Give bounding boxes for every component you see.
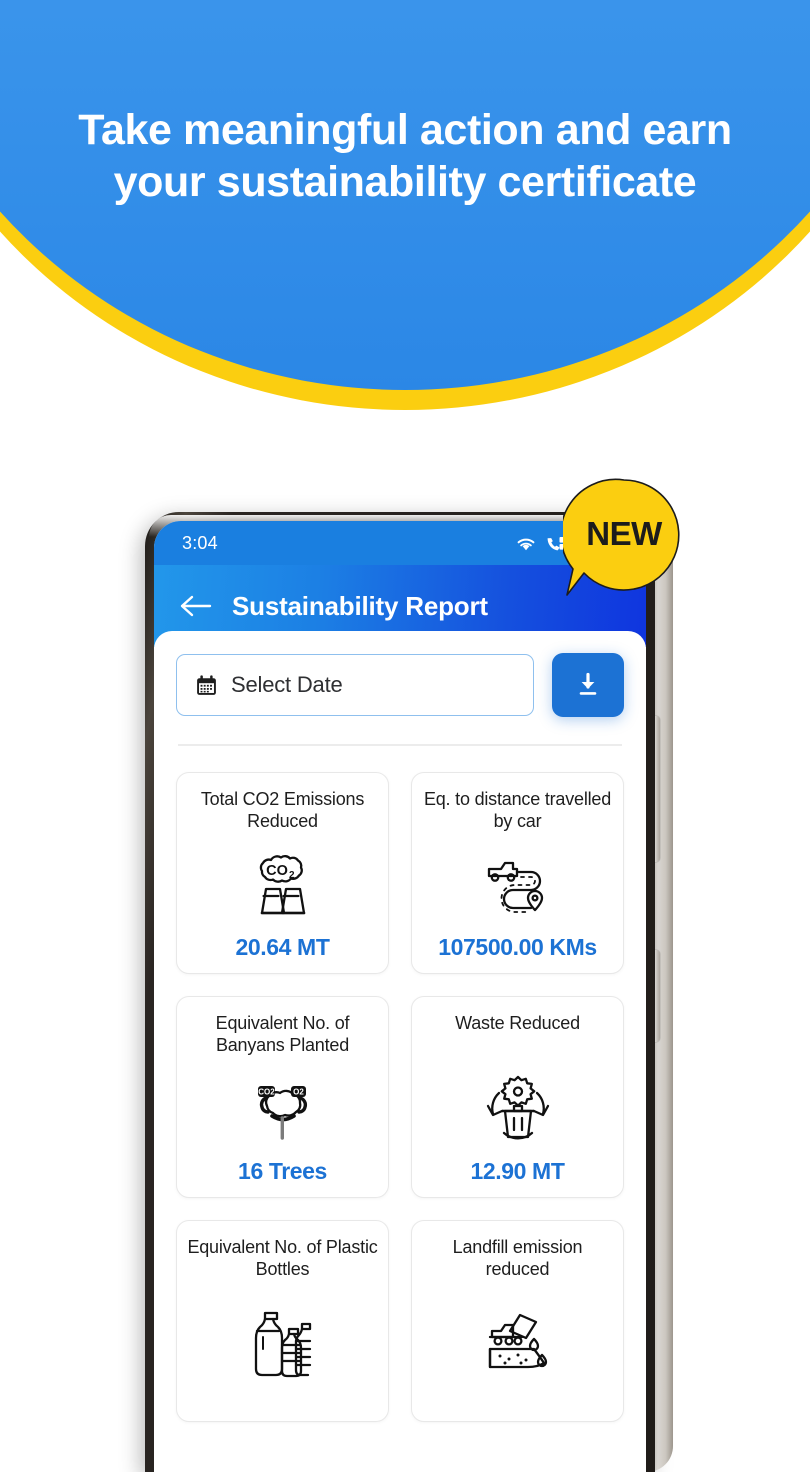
metric-value: 107500.00 KMs (438, 933, 597, 960)
status-time: 3:04 (182, 532, 218, 553)
recycle-bin-icon (486, 1075, 549, 1139)
metric-card[interactable]: Eq. to distance travelled by car 107500.… (411, 771, 624, 974)
metric-card[interactable]: Equivalent No. of Banyans Planted CO2 O2… (176, 995, 389, 1198)
co2-factory-icon: CO 2 (259, 854, 305, 914)
content-sheet: Select Date Total CO2 Emissions Reduced … (154, 631, 646, 1461)
tree-co2-icon: CO2 O2 (257, 1085, 307, 1140)
metric-icon: CO2 O2 (187, 1058, 378, 1158)
date-toolbar: Select Date (176, 653, 624, 717)
metric-card[interactable]: Total CO2 Emissions Reduced CO 2 20.64 M… (176, 771, 389, 974)
metric-value: 16 Trees (238, 1157, 327, 1184)
metric-card[interactable]: Landfill emission reduced (411, 1219, 624, 1422)
phone-mockup: 3:04 Sustainability Report Select Date T… (145, 512, 673, 1472)
landfill-truck-icon (488, 1313, 547, 1369)
phone-body: 3:04 Sustainability Report Select Date T… (145, 512, 655, 1472)
metric-title: Total CO2 Emissions Reduced (200, 788, 365, 832)
svg-text:2: 2 (289, 870, 295, 881)
download-icon (579, 672, 597, 695)
svg-text:CO: CO (266, 863, 288, 879)
metric-icon (422, 834, 613, 934)
metric-card[interactable]: Waste Reduced 12.90 MT (411, 995, 624, 1198)
metric-icon (422, 1282, 613, 1409)
metric-title: Eq. to distance travelled by car (423, 788, 612, 832)
metric-icon (187, 1282, 378, 1409)
metric-value: 12.90 MT (470, 1157, 565, 1184)
wifi-icon (517, 538, 535, 550)
metric-icon: CO 2 (187, 834, 378, 934)
svg-text:CO2: CO2 (258, 1087, 275, 1096)
promo-banner: Take meaningful action and earn your sus… (0, 0, 810, 420)
page-title: Sustainability Report (232, 590, 488, 621)
select-date-input[interactable]: Select Date (176, 654, 534, 716)
download-button[interactable] (552, 653, 624, 717)
back-arrow-icon[interactable] (178, 592, 212, 620)
plastic-bottles-icon (254, 1311, 311, 1378)
phone-screen: 3:04 Sustainability Report Select Date T… (154, 521, 646, 1472)
metric-card[interactable]: Equivalent No. of Plastic Bottles (176, 1219, 389, 1422)
metric-title: Equivalent No. of Banyans Planted (215, 1012, 350, 1056)
metric-card-grid: Total CO2 Emissions Reduced CO 2 20.64 M… (176, 746, 624, 1422)
car-route-icon (487, 861, 543, 913)
metric-title: Landfill emission reduced (452, 1236, 583, 1280)
promo-headline: Take meaningful action and earn your sus… (78, 106, 732, 207)
metric-icon (422, 1058, 613, 1158)
calendar-icon (197, 674, 216, 695)
metric-title: Waste Reduced (455, 1012, 580, 1033)
new-badge: NEW (563, 477, 685, 599)
svg-text:O2: O2 (293, 1087, 304, 1096)
select-date-label: Select Date (231, 672, 343, 697)
metric-title: Equivalent No. of Plastic Bottles (187, 1236, 378, 1280)
metric-value: 20.64 MT (235, 933, 330, 960)
new-badge-label: NEW (586, 515, 662, 552)
